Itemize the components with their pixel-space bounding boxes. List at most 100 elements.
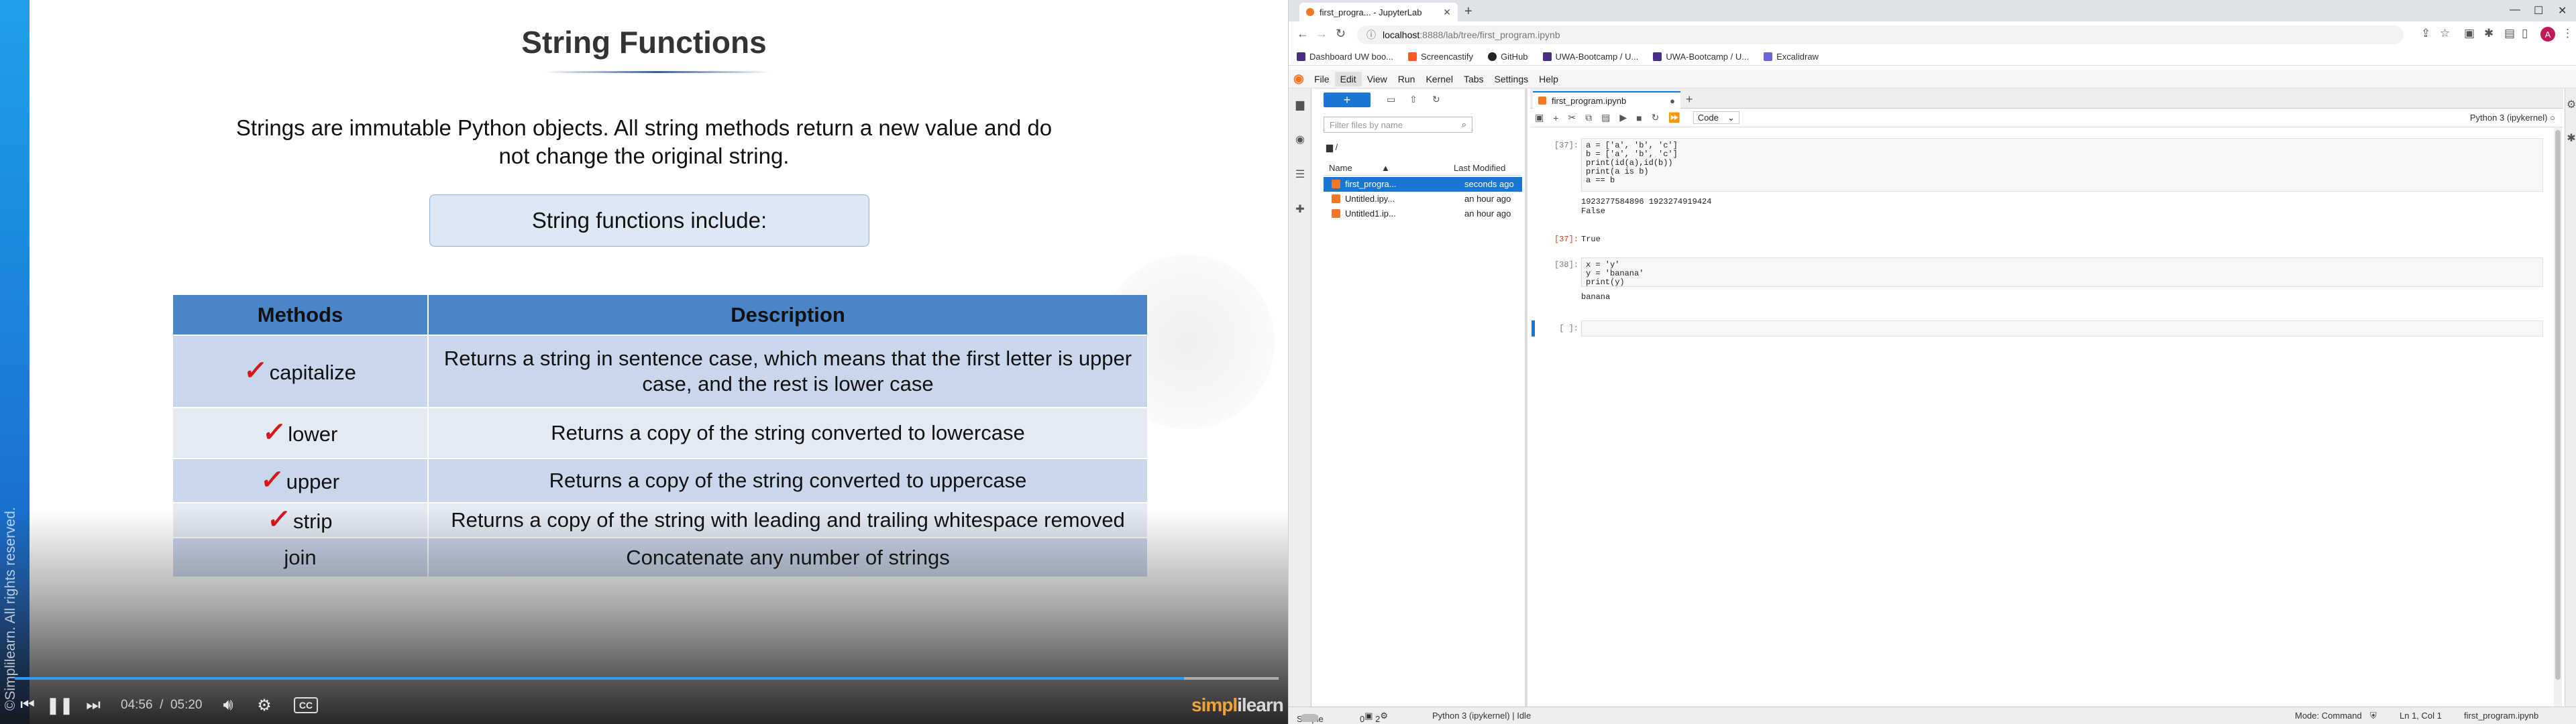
new-tab-icon[interactable]: + bbox=[1464, 4, 1472, 19]
menu-run[interactable]: Run bbox=[1393, 72, 1421, 86]
method-name: strip bbox=[292, 509, 333, 533]
reading-list-icon[interactable]: ▤ bbox=[2504, 27, 2515, 40]
paste-icon[interactable]: ▤ bbox=[1597, 112, 1615, 123]
settings-gear-icon[interactable]: ⚙ bbox=[254, 692, 275, 719]
notebook-file-icon bbox=[1332, 180, 1340, 188]
seek-bar[interactable] bbox=[15, 677, 1279, 680]
count-b: 2 bbox=[1375, 714, 1381, 724]
kernel-status[interactable]: Python 3 (ipykernel) | Idle bbox=[1432, 711, 1531, 721]
menu-kernel[interactable]: Kernel bbox=[1420, 72, 1458, 86]
running-kernels-icon[interactable]: ◉ bbox=[1294, 133, 1306, 145]
cursor-position[interactable]: Ln 1, Col 1 bbox=[2400, 711, 2442, 721]
bookmark-item[interactable]: Excalidraw bbox=[1764, 52, 1819, 62]
profile-avatar[interactable]: A bbox=[2540, 27, 2555, 42]
insert-cell-icon[interactable]: + bbox=[1548, 113, 1563, 123]
new-launcher-button[interactable]: + bbox=[1324, 93, 1371, 107]
screen: String Functions Strings are immutable P… bbox=[0, 0, 2576, 724]
fast-forward-icon[interactable]: ⏩ bbox=[1664, 112, 1684, 123]
code-editor[interactable] bbox=[1581, 320, 2543, 337]
filter-placeholder: Filter files by name bbox=[1330, 119, 1403, 130]
restart-icon[interactable]: ↻ bbox=[1647, 112, 1664, 123]
new-folder-icon[interactable]: ▭ bbox=[1387, 94, 1395, 105]
notebook-tab[interactable]: first_program.ipynb ● bbox=[1533, 91, 1680, 109]
stop-icon[interactable]: ■ bbox=[1631, 113, 1646, 123]
address-bar[interactable]: ⓘ localhost:8888/lab/tree/first_program.… bbox=[1357, 25, 2404, 44]
column-name[interactable]: Name bbox=[1329, 163, 1352, 173]
terminal-count[interactable]: 0 ▣ 2 ⚙ bbox=[1360, 711, 1388, 724]
seek-bar-progress bbox=[15, 677, 1184, 680]
site-info-icon[interactable]: ⓘ bbox=[1366, 28, 1376, 42]
checkmark-icon: ✓ bbox=[259, 465, 286, 495]
chevron-down-icon: ⌄ bbox=[1727, 113, 1735, 123]
method-name: capitalize bbox=[269, 360, 356, 384]
code-editor[interactable]: a = ['a', 'b', 'c'] b = ['a', 'b', 'c'] … bbox=[1581, 138, 2543, 192]
forward-icon[interactable]: → bbox=[1316, 27, 1328, 41]
menu-tabs[interactable]: Tabs bbox=[1458, 72, 1489, 86]
cut-icon[interactable]: ✂ bbox=[1563, 112, 1580, 123]
file-browser: + ▭ ⇧ ↻ Filter files by name ⌕ ▆ / Name … bbox=[1311, 88, 1527, 707]
file-row[interactable]: Untitled.ipy... an hour ago bbox=[1324, 192, 1522, 206]
save-icon[interactable]: ▣ bbox=[1530, 112, 1548, 123]
file-row[interactable]: first_progra... seconds ago bbox=[1324, 177, 1522, 192]
breadcrumb[interactable]: ▆ / bbox=[1326, 142, 1338, 153]
notebook-scrollbar[interactable] bbox=[2554, 127, 2562, 707]
menu-view[interactable]: View bbox=[1362, 72, 1393, 86]
add-tab-icon[interactable]: + bbox=[1686, 93, 1693, 107]
extensions-puzzle-icon[interactable]: ✱ bbox=[2484, 27, 2493, 40]
close-tab-icon[interactable]: ✕ bbox=[1443, 7, 1451, 18]
bookmark-item[interactable]: UWA-Bootcamp / U... bbox=[1653, 52, 1749, 62]
bookmark-item[interactable]: Dashboard UW boo... bbox=[1297, 52, 1393, 62]
property-inspector-icon[interactable]: ⚙ bbox=[2565, 98, 2576, 111]
close-window-icon[interactable]: ✕ bbox=[2558, 4, 2567, 17]
menu-help[interactable]: Help bbox=[1534, 72, 1564, 86]
upload-icon[interactable]: ⇧ bbox=[1409, 94, 1417, 105]
pause-button[interactable]: ❚❚ bbox=[46, 692, 73, 719]
code-editor[interactable]: x = 'y' y = 'banana' print(y) bbox=[1581, 257, 2543, 287]
checkmark-icon: ✓ bbox=[260, 417, 288, 447]
toggle-switch[interactable] bbox=[1301, 714, 1318, 722]
minimize-icon[interactable]: — bbox=[2510, 4, 2520, 16]
folder-icon[interactable]: ▆ bbox=[1294, 98, 1306, 111]
menu-kebab-icon[interactable]: ⋮ bbox=[2562, 27, 2573, 40]
column-last-modified[interactable]: Last Modified bbox=[1454, 163, 1505, 173]
unsaved-dot-icon[interactable]: ● bbox=[1670, 96, 1675, 106]
bookmark-item[interactable]: Screencastify bbox=[1408, 52, 1473, 62]
bookmark-item[interactable]: GitHub bbox=[1488, 52, 1528, 62]
cell-type-value: Code bbox=[1697, 113, 1719, 123]
time-separator: / bbox=[160, 698, 164, 712]
file-row[interactable]: Untitled1.ip... an hour ago bbox=[1324, 206, 1522, 221]
next-icon[interactable]: ⏭ bbox=[83, 692, 103, 719]
share-icon[interactable]: ⇪ bbox=[2421, 27, 2430, 40]
bookmark-star-icon[interactable]: ☆ bbox=[2440, 27, 2450, 40]
menu-settings[interactable]: Settings bbox=[1489, 72, 1534, 86]
notebook-tab-bar: first_program.ipynb ● + bbox=[1530, 88, 2563, 109]
menu-file[interactable]: File bbox=[1309, 72, 1335, 86]
code-cell[interactable]: [38]: x = 'y' y = 'banana' print(y) bana… bbox=[1544, 257, 2543, 311]
kernel-indicator[interactable]: Python 3 (ipykernel) ○ bbox=[2470, 113, 2555, 123]
captions-button[interactable]: CC bbox=[294, 697, 318, 713]
copy-icon[interactable]: ⧉ bbox=[1580, 112, 1597, 123]
table-row: ✓capitalize Returns a string in sentence… bbox=[173, 335, 1148, 408]
back-icon[interactable]: ← bbox=[1297, 27, 1309, 41]
scrollbar-thumb[interactable] bbox=[2555, 130, 2561, 680]
maximize-icon[interactable]: ☐ bbox=[2534, 4, 2543, 17]
code-cell-active[interactable]: [ ]: bbox=[1544, 320, 2543, 337]
previous-icon[interactable]: ⏮ bbox=[17, 692, 38, 719]
cell-type-select[interactable]: Code ⌄ bbox=[1693, 111, 1739, 124]
bookmark-item[interactable]: UWA-Bootcamp / U... bbox=[1542, 52, 1638, 62]
extension-icon[interactable]: ▣ bbox=[2464, 27, 2475, 40]
run-icon[interactable]: ▶ bbox=[1615, 112, 1631, 123]
browser-tab[interactable]: first_progra... - JupyterLab ✕ bbox=[1299, 3, 1458, 21]
extension-manager-icon[interactable]: ✚ bbox=[1294, 202, 1306, 215]
table-of-contents-icon[interactable]: ☰ bbox=[1294, 168, 1306, 180]
debugger-icon[interactable]: ✱ bbox=[2565, 131, 2576, 144]
bookmark-label: UWA-Bootcamp / U... bbox=[1666, 52, 1750, 62]
file-filter-input[interactable]: Filter files by name ⌕ bbox=[1324, 117, 1472, 133]
code-cell[interactable]: [37]: a = ['a', 'b', 'c'] b = ['a', 'b',… bbox=[1544, 138, 2543, 216]
reload-icon[interactable]: ↻ bbox=[1336, 27, 1346, 41]
menu-edit[interactable]: Edit bbox=[1334, 71, 1362, 86]
video-player[interactable]: String Functions Strings are immutable P… bbox=[0, 0, 1288, 724]
sidebar-icon[interactable]: ▯ bbox=[2522, 27, 2528, 40]
volume-icon[interactable]: 🔊︎ bbox=[217, 692, 239, 719]
refresh-icon[interactable]: ↻ bbox=[1432, 94, 1440, 105]
